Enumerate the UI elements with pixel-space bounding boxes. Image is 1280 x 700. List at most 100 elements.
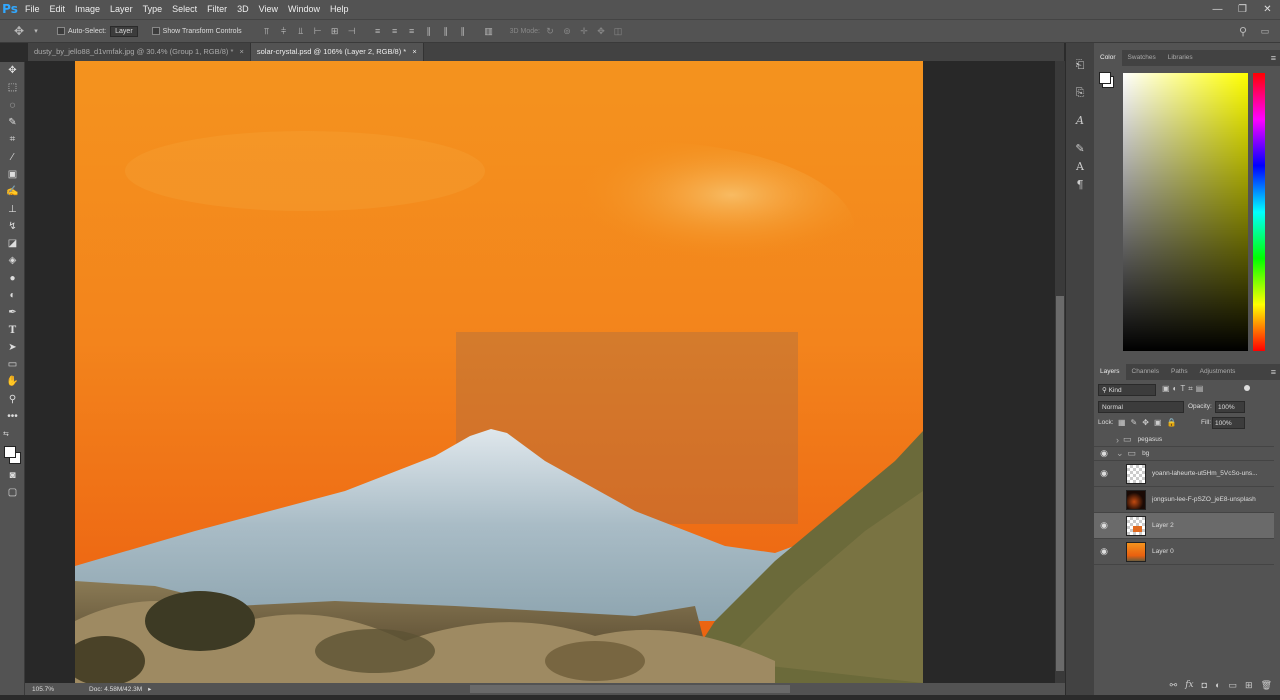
- new-group-icon[interactable]: ▭: [1229, 680, 1238, 691]
- tab-layers[interactable]: Layers: [1094, 364, 1126, 380]
- menu-filter[interactable]: Filter: [202, 0, 232, 19]
- properties-icon[interactable]: ⎘: [1066, 84, 1094, 102]
- brush-tool-icon[interactable]: ✍: [0, 183, 25, 200]
- dodge-tool-icon[interactable]: ◐: [0, 287, 25, 304]
- tab-libraries[interactable]: Libraries: [1162, 50, 1199, 66]
- new-layer-icon[interactable]: ⊞: [1245, 680, 1253, 691]
- layer-row-jongsun[interactable]: jongsun-lee-F-pSZO_jeE8-unsplash: [1094, 487, 1274, 513]
- align-hcenter-icon[interactable]: ⊞: [328, 24, 342, 38]
- auto-align-icon[interactable]: ▥: [482, 24, 496, 38]
- menu-3d[interactable]: 3D: [232, 0, 254, 19]
- lock-icons[interactable]: ▦✎✥▣🔒: [1118, 418, 1181, 427]
- filter-toggle-icon[interactable]: [1244, 385, 1250, 391]
- hand-tool-icon[interactable]: ✋: [0, 373, 25, 390]
- align-bottom-icon[interactable]: ⫫: [294, 24, 308, 38]
- align-vcenter-icon[interactable]: ⫩: [277, 24, 291, 38]
- delete-layer-icon[interactable]: 🗑: [1261, 680, 1272, 691]
- eraser-tool-icon[interactable]: ◪: [0, 235, 25, 252]
- paint-bucket-tool-icon[interactable]: ◈: [0, 252, 25, 269]
- add-mask-icon[interactable]: ◘: [1202, 680, 1207, 690]
- quick-mask-icon[interactable]: ◙: [0, 467, 25, 484]
- workspace-icon[interactable]: ▭: [1258, 24, 1272, 38]
- type-tool-icon[interactable]: T: [0, 321, 25, 338]
- 3d-drag-icon[interactable]: ✛: [577, 24, 591, 38]
- 3d-scale-icon[interactable]: ◫: [611, 24, 625, 38]
- pen-tool-icon[interactable]: ✒: [0, 304, 25, 321]
- tab-adjustments[interactable]: Adjustments: [1194, 364, 1242, 380]
- color-picker-field[interactable]: [1123, 73, 1248, 351]
- search-icon[interactable]: ⚲: [1236, 24, 1250, 38]
- menu-file[interactable]: File: [20, 0, 45, 19]
- menu-window[interactable]: Window: [283, 0, 325, 19]
- opacity-field[interactable]: 100%: [1215, 401, 1245, 413]
- move-tool-icon[interactable]: ✥: [0, 62, 25, 79]
- distribute-hcenter-icon[interactable]: ∥: [439, 24, 453, 38]
- distribute-top-icon[interactable]: ≡: [371, 24, 385, 38]
- auto-select-dropdown[interactable]: Layer: [110, 25, 138, 37]
- align-left-icon[interactable]: ⊢: [311, 24, 325, 38]
- glyphs-icon[interactable]: A: [1066, 112, 1094, 130]
- 3d-rotate-icon[interactable]: ↻: [543, 24, 557, 38]
- restore-button[interactable]: ❐: [1230, 0, 1255, 19]
- menu-edit[interactable]: Edit: [45, 0, 71, 19]
- align-top-icon[interactable]: ⫪: [260, 24, 274, 38]
- more-tools-icon[interactable]: •••: [0, 408, 25, 425]
- color-swatches[interactable]: [0, 443, 25, 467]
- show-transform-checkbox[interactable]: [151, 27, 160, 35]
- fill-field[interactable]: 100%: [1212, 417, 1245, 429]
- tab-paths[interactable]: Paths: [1165, 364, 1194, 380]
- history-brush-tool-icon[interactable]: ↯: [0, 218, 25, 235]
- menu-select[interactable]: Select: [167, 0, 202, 19]
- foreground-color-swatch[interactable]: [4, 445, 16, 458]
- vertical-scrollbar[interactable]: [1055, 61, 1065, 683]
- marquee-tool-icon[interactable]: ⬚: [0, 79, 25, 96]
- eye-icon[interactable]: ◉: [1094, 546, 1114, 557]
- auto-select-checkbox[interactable]: [57, 27, 65, 35]
- align-right-icon[interactable]: ⊣: [345, 24, 359, 38]
- layer-row-layer-0[interactable]: ◉ Layer 0: [1094, 539, 1274, 565]
- eyedropper-tool-icon[interactable]: ⁄: [0, 148, 25, 165]
- 3d-slide-icon[interactable]: ✥: [594, 24, 608, 38]
- zoom-level[interactable]: 105.7%: [32, 686, 54, 693]
- menu-layer[interactable]: Layer: [105, 0, 138, 19]
- path-select-tool-icon[interactable]: ➤: [0, 339, 25, 356]
- crop-tool-icon[interactable]: ⌗: [0, 131, 25, 148]
- tab-solar-crystal[interactable]: solar-crystal.psd @ 106% (Layer 2, RGB/8…: [250, 43, 424, 61]
- paragraph-icon[interactable]: ¶: [1066, 176, 1094, 194]
- tab-color[interactable]: Color: [1094, 50, 1122, 66]
- brushes-icon[interactable]: ✎: [1066, 140, 1094, 158]
- healing-brush-tool-icon[interactable]: ▣: [0, 166, 25, 183]
- blend-mode-dropdown[interactable]: Normal: [1098, 401, 1184, 413]
- clone-stamp-tool-icon[interactable]: ⊥: [0, 200, 25, 217]
- eye-icon[interactable]: ◉: [1094, 448, 1114, 459]
- swap-colors-icon[interactable]: ⇆: [0, 425, 25, 442]
- character-icon[interactable]: A: [1066, 158, 1094, 176]
- document-canvas[interactable]: [75, 61, 923, 683]
- close-tab-icon[interactable]: ×: [239, 47, 243, 56]
- 3d-roll-icon[interactable]: ⊚: [560, 24, 574, 38]
- quick-select-tool-icon[interactable]: ✎: [0, 114, 25, 131]
- shape-tool-icon[interactable]: ▭: [0, 356, 25, 373]
- layer-row-bg[interactable]: ◉ ⌄ ▭ bg: [1094, 447, 1274, 461]
- adjustment-layer-icon[interactable]: ◐: [1215, 680, 1220, 690]
- menu-view[interactable]: View: [254, 0, 283, 19]
- distribute-vcenter-icon[interactable]: ≡: [388, 24, 402, 38]
- layer-filter-icons[interactable]: ▣◐T⌗▤: [1162, 384, 1206, 394]
- layer-row-layer-2[interactable]: ◉ Layer 2: [1094, 513, 1274, 539]
- foreground-color-chip[interactable]: [1099, 72, 1111, 84]
- horizontal-scrollbar-thumb[interactable]: [470, 685, 790, 693]
- chevron-right-icon[interactable]: ›: [1116, 435, 1119, 445]
- minimize-button[interactable]: —: [1205, 0, 1230, 19]
- distribute-right-icon[interactable]: ∥: [456, 24, 470, 38]
- move-tool-icon[interactable]: ✥: [12, 24, 26, 38]
- eye-icon[interactable]: ◉: [1094, 468, 1114, 479]
- close-tab-icon[interactable]: ×: [412, 47, 416, 56]
- link-layers-icon[interactable]: ⚯: [1170, 680, 1178, 691]
- layer-row-pegasus[interactable]: › ▭ pegasus: [1094, 433, 1274, 447]
- hue-slider[interactable]: [1253, 73, 1265, 351]
- zoom-tool-icon[interactable]: ⚲: [0, 391, 25, 408]
- status-arrow-icon[interactable]: ▸: [148, 685, 151, 693]
- color-panel-menu-icon[interactable]: ≡: [1271, 53, 1276, 63]
- filter-kind-dropdown[interactable]: ⚲ Kind: [1098, 384, 1156, 396]
- tab-channels[interactable]: Channels: [1126, 364, 1165, 380]
